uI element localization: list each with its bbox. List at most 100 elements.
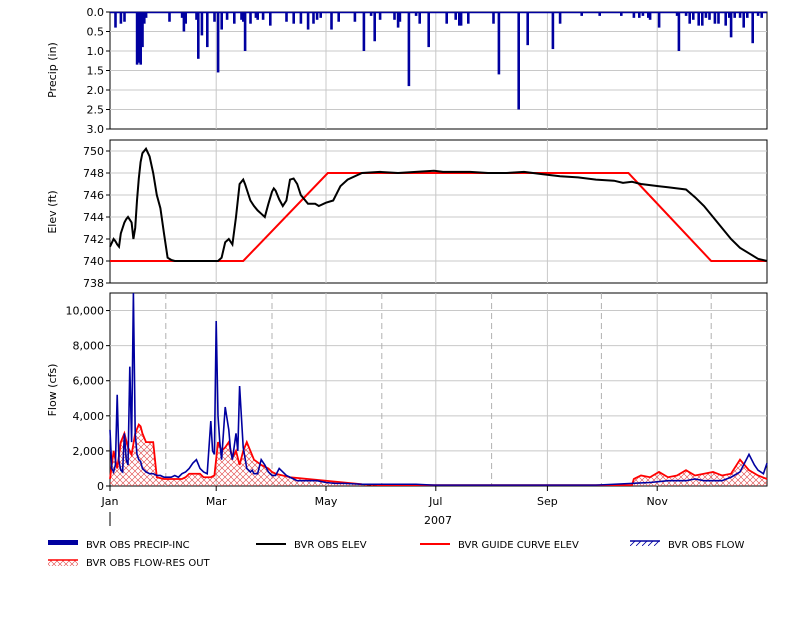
precip-bar [497, 12, 501, 75]
precip-bar [697, 12, 700, 26]
y-tick-label: 1.5 [87, 65, 105, 78]
precip-bar [445, 12, 448, 24]
legend-item-guide: BVR GUIDE CURVE ELEV [420, 540, 579, 551]
precip-bar [362, 12, 366, 51]
precip-bar [677, 12, 681, 51]
precip-bar [427, 12, 430, 48]
precip-bar [717, 12, 720, 24]
precip-bar [713, 12, 717, 24]
precip-bar [233, 12, 236, 24]
legend-item-elev: BVR OBS ELEV [256, 540, 367, 551]
y-tick-label: 3.0 [87, 123, 105, 136]
precip-bar [526, 12, 529, 46]
precip-bar [337, 12, 340, 22]
precip-bar [243, 12, 247, 51]
y-tick-label: 4,000 [73, 410, 105, 423]
flow-y-axis-label: Flow (cfs) [46, 364, 59, 417]
precip-bar [306, 12, 310, 30]
elev-y-axis-label: Elev (ft) [46, 190, 59, 233]
y-tick-label: 744 [83, 211, 104, 224]
y-tick-label: 748 [83, 167, 104, 180]
precip-bar [688, 12, 691, 24]
y-tick-label: 0 [97, 480, 104, 493]
precip-bar [330, 12, 333, 30]
precip-y-axis-label: Precip (in) [46, 42, 59, 98]
precip-bar [168, 12, 171, 22]
elev-panel: 738 740 742 744 746 748 750 Elev (ft) [46, 139, 768, 290]
precip-bar [398, 12, 402, 22]
x-tick-label: Sep [537, 495, 558, 508]
precip-bar [492, 12, 495, 24]
flow-panel: 0 2,000 4,000 6,000 8,000 10,000 Jan Mar May Jul… [46, 292, 768, 527]
precip-bar [312, 12, 315, 24]
precip-bar [701, 12, 704, 26]
precip-panel: 0.0 0.5 1.0 1.5 2.0 2.5 3.0 Precip (in) [46, 6, 768, 136]
y-tick-label: 746 [83, 189, 104, 202]
precip-bar [558, 12, 562, 24]
x-axis-year-label: 2007 [424, 514, 452, 527]
legend-label-res-out: BVR OBS FLOW-RES OUT [86, 558, 211, 569]
y-tick-label: 0.0 [87, 6, 105, 19]
legend-item-res-out: BVR OBS FLOW-RES OUT [48, 558, 211, 569]
legend-swatch-precip [48, 540, 78, 545]
precip-bar [184, 12, 187, 24]
legend-label-flow: BVR OBS FLOW [668, 540, 744, 551]
y-tick-label: 6,000 [73, 375, 105, 388]
precip-bar [551, 12, 555, 50]
precip-bar [123, 12, 126, 22]
precip-bar [220, 12, 223, 30]
precip-bar [292, 12, 295, 24]
precip-bar [724, 12, 727, 26]
precip-bar [373, 12, 376, 42]
legend-swatch-res-out-fill [48, 560, 78, 566]
legend-item-precip: BVR OBS PRECIP-INC [48, 540, 190, 551]
x-tick-label: Mar [206, 495, 227, 508]
precip-bar [269, 12, 272, 26]
precip-bar [197, 12, 200, 59]
elev-y-ticks: 738 740 742 744 746 748 750 [83, 145, 110, 290]
y-tick-label: 740 [83, 255, 104, 268]
y-tick-label: 738 [83, 277, 104, 290]
precip-bar [742, 12, 745, 28]
flow-y-ticks: 0 2,000 4,000 6,000 8,000 10,000 [66, 305, 110, 493]
y-tick-label: 10,000 [66, 305, 105, 318]
precip-bar [114, 12, 117, 28]
precip-bar [119, 12, 123, 24]
legend-label-elev: BVR OBS ELEV [294, 540, 367, 551]
precip-bar [206, 12, 209, 48]
precip-bar [459, 12, 463, 26]
x-tick-label: Jan [101, 495, 119, 508]
y-tick-label: 742 [83, 233, 104, 246]
precip-bar [467, 12, 470, 24]
flow-x-ticks: Jan Mar May Jul Sep Nov [101, 486, 668, 508]
y-tick-label: 1.0 [87, 45, 105, 58]
y-tick-label: 2.5 [87, 104, 105, 117]
precip-y-ticks: 0.0 0.5 1.0 1.5 2.0 2.5 3.0 [87, 6, 110, 136]
legend: BVR OBS PRECIP-INC BVR OBS ELEV BVR GUID… [48, 540, 744, 569]
precip-bar [418, 12, 421, 24]
precip-bar [657, 12, 661, 28]
x-tick-label: Jul [428, 495, 442, 508]
precip-bar [751, 12, 754, 44]
precip-bar [407, 12, 411, 87]
x-tick-label: May [315, 495, 338, 508]
x-tick-label: Nov [646, 495, 668, 508]
hydrograph-chart: 0.0 0.5 1.0 1.5 2.0 2.5 3.0 Precip (in) 738 740… [46, 6, 768, 569]
precip-bar [299, 12, 303, 24]
precip-bar [517, 12, 520, 110]
y-tick-label: 8,000 [73, 340, 105, 353]
legend-item-flow: BVR OBS FLOW [630, 540, 744, 551]
y-tick-label: 0.5 [87, 26, 105, 39]
legend-label-guide: BVR GUIDE CURVE ELEV [458, 540, 579, 551]
precip-bar [285, 12, 288, 22]
legend-label-precip: BVR OBS PRECIP-INC [86, 540, 190, 551]
precip-bar [213, 12, 216, 22]
precip-bar [200, 12, 204, 36]
y-tick-label: 750 [83, 145, 104, 158]
precip-bar [216, 12, 220, 73]
y-tick-label: 2,000 [73, 445, 105, 458]
y-tick-label: 2.0 [87, 84, 105, 97]
precip-bar [729, 12, 733, 38]
precip-bar [353, 12, 357, 22]
precip-bar [249, 12, 252, 24]
